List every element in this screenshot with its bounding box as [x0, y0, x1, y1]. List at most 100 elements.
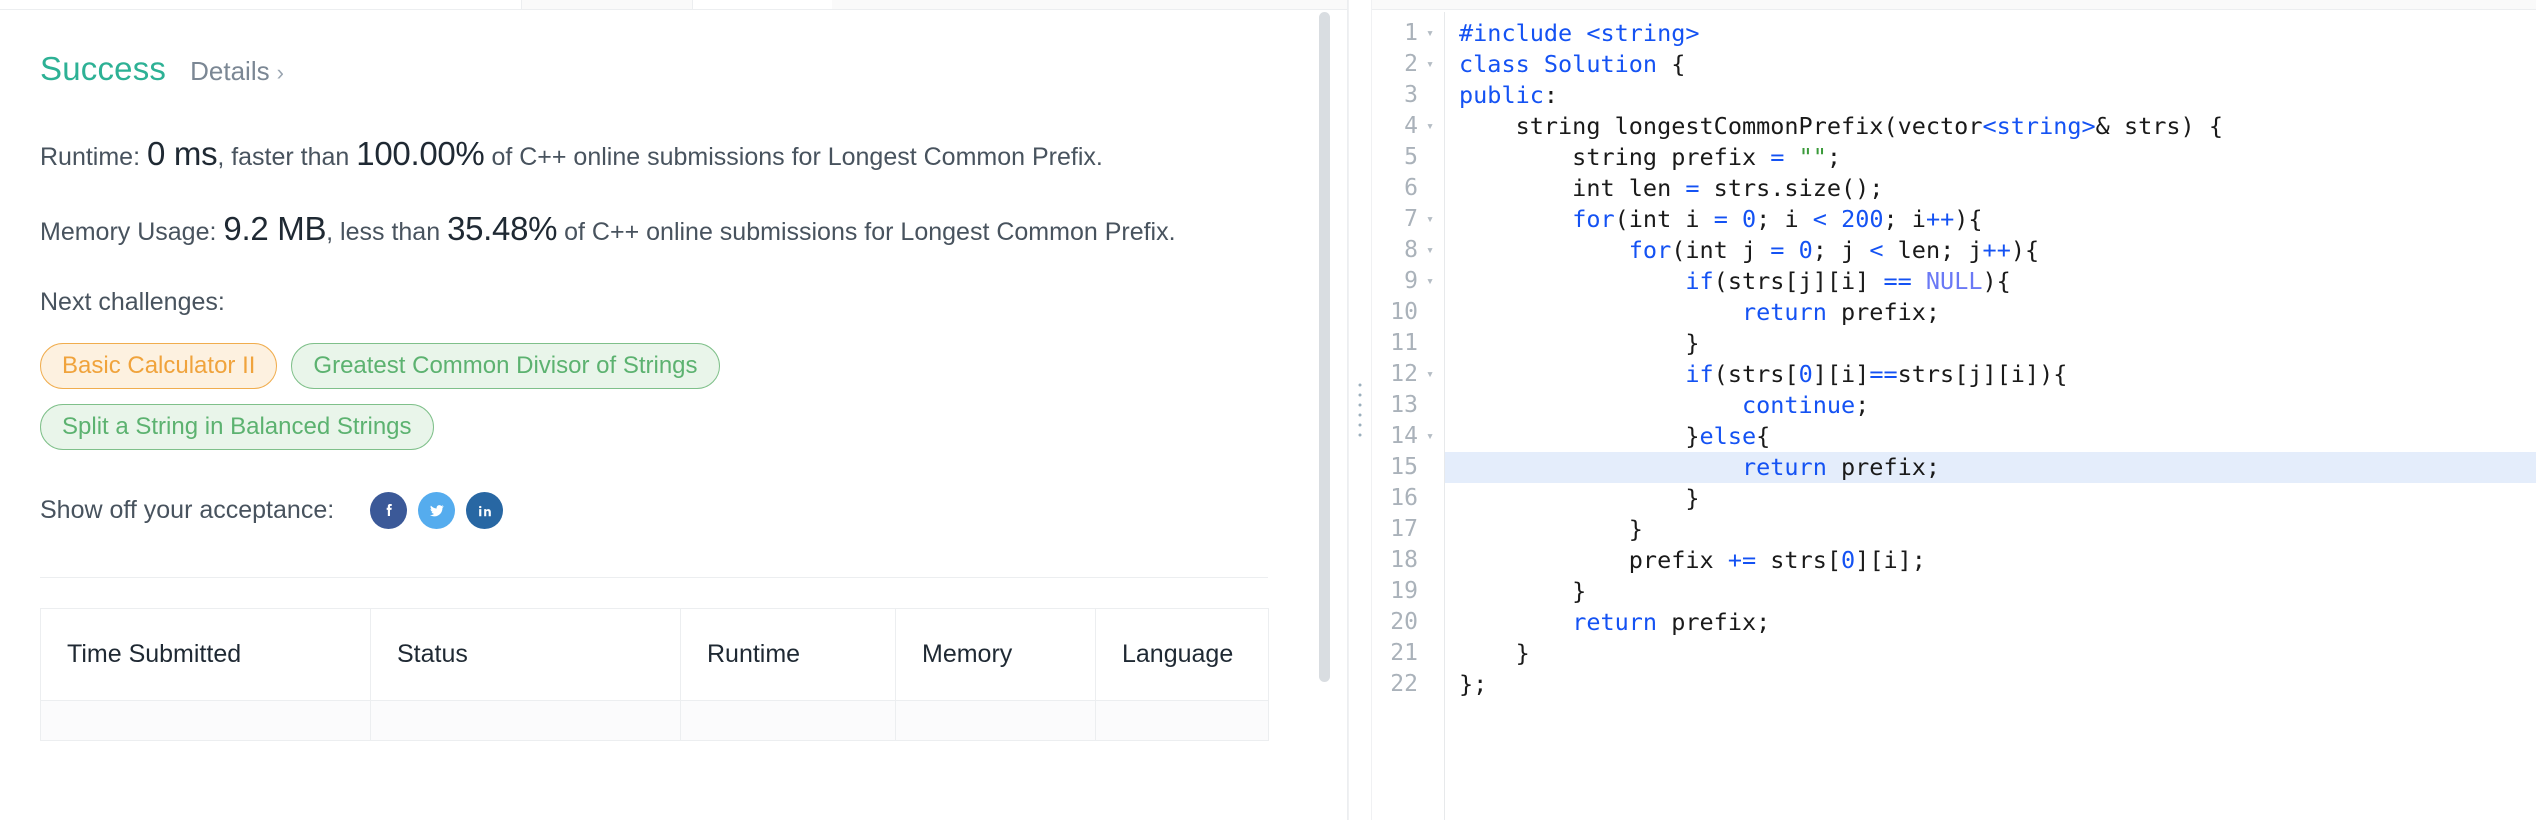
- line-number-value: 18: [1390, 547, 1418, 573]
- code-line[interactable]: continue;: [1445, 390, 2536, 421]
- code-token: len; j: [1883, 236, 1983, 264]
- column-header-memory[interactable]: Memory: [895, 608, 1096, 702]
- code-token: prefix;: [1657, 608, 1771, 636]
- code-line[interactable]: prefix += strs[0][i];: [1445, 545, 2536, 576]
- code-line[interactable]: return prefix;: [1445, 297, 2536, 328]
- details-link[interactable]: Details ›: [190, 56, 284, 87]
- code-line[interactable]: public:: [1445, 80, 2536, 111]
- twitter-icon[interactable]: [418, 492, 456, 530]
- result-content: Success Details › Runtime: 0 ms, faster t…: [0, 10, 1330, 820]
- fold-arrow-icon[interactable]: ▾: [1422, 49, 1438, 80]
- tabbar-secondary-tab-stub[interactable]: [692, 0, 832, 9]
- fold-arrow-icon[interactable]: ▾: [1422, 235, 1438, 266]
- challenge-pill[interactable]: Greatest Common Divisor of Strings: [291, 343, 720, 390]
- column-header-language[interactable]: Language: [1095, 608, 1269, 702]
- code-line[interactable]: };: [1445, 669, 2536, 700]
- facebook-icon[interactable]: [370, 492, 408, 530]
- code-token: ][i]: [1812, 360, 1870, 388]
- line-number-value: 11: [1390, 330, 1418, 356]
- section-divider: [40, 577, 1268, 579]
- code-line[interactable]: #include <string>: [1445, 18, 2536, 49]
- fold-arrow-icon[interactable]: ▾: [1422, 18, 1438, 49]
- challenge-pill[interactable]: Split a String in Balanced Strings: [40, 404, 434, 451]
- line-number-value: 7: [1404, 206, 1418, 232]
- code-line[interactable]: return prefix;: [1445, 607, 2536, 638]
- code-token: 200: [1841, 205, 1884, 233]
- code-token: }: [1459, 577, 1587, 605]
- code-line[interactable]: }: [1445, 328, 2536, 359]
- line-number: 21▾: [1372, 638, 1444, 669]
- code-token: prefix;: [1826, 453, 1941, 481]
- line-number-value: 3: [1404, 82, 1418, 108]
- runtime-percentile: 100.00%: [356, 135, 485, 172]
- code-token: continue: [1741, 391, 1856, 419]
- fold-arrow-icon[interactable]: ▾: [1422, 204, 1438, 235]
- code-token: class: [1459, 50, 1544, 78]
- code-line[interactable]: for (int j = 0; j < len; j ++){: [1445, 235, 2536, 266]
- panel-splitter[interactable]: [1348, 0, 1372, 820]
- result-panel-scrollbar[interactable]: [1318, 10, 1331, 820]
- line-number-value: 20: [1390, 609, 1418, 635]
- code-line[interactable]: int len = strs.size();: [1445, 173, 2536, 204]
- tabbar-active-tab-stub[interactable]: [0, 0, 522, 9]
- line-number: 11▾: [1372, 328, 1444, 359]
- code-line[interactable]: }: [1445, 576, 2536, 607]
- code-token: <: [1812, 205, 1827, 233]
- column-header-status[interactable]: Status: [370, 608, 681, 702]
- code-line[interactable]: }: [1445, 638, 2536, 669]
- challenge-pill[interactable]: Basic Calculator II: [40, 343, 278, 390]
- line-number-value: 9: [1404, 268, 1418, 294]
- code-text-area[interactable]: #include <string> class Solution {public:…: [1445, 12, 2536, 820]
- code-line[interactable]: return prefix;: [1445, 452, 2536, 483]
- code-token: (strs[: [1713, 360, 1799, 388]
- fold-arrow-icon[interactable]: ▾: [1422, 359, 1438, 390]
- code-line[interactable]: if (strs[0][i] == strs[j][i]){: [1445, 359, 2536, 390]
- fold-arrow-icon[interactable]: ▾: [1422, 111, 1438, 142]
- code-token: int len: [1459, 174, 1686, 202]
- table-cell: [895, 700, 1096, 742]
- details-link-label: Details: [190, 56, 270, 86]
- submission-result-page: Success Details › Runtime: 0 ms, faster t…: [0, 0, 2536, 820]
- line-number-value: 10: [1390, 299, 1418, 325]
- memory-mid: , less than: [326, 218, 441, 247]
- fold-arrow-icon[interactable]: ▾: [1422, 266, 1438, 297]
- code-line[interactable]: string prefix = "";: [1445, 142, 2536, 173]
- line-number-value: 1: [1404, 20, 1418, 46]
- line-number: 17▾: [1372, 514, 1444, 545]
- runtime-stat: Runtime: 0 ms, faster than 100.00% of C+…: [40, 128, 1290, 179]
- code-line[interactable]: }: [1445, 483, 2536, 514]
- code-line[interactable]: if (strs[j][i] == NULL){: [1445, 266, 2536, 297]
- table-row[interactable]: [40, 700, 1269, 742]
- fold-arrow-icon[interactable]: ▾: [1422, 421, 1438, 452]
- code-token: Solution: [1543, 50, 1658, 78]
- code-line[interactable]: }: [1445, 514, 2536, 545]
- code-token: if: [1685, 360, 1714, 388]
- line-number: 9 ▾: [1372, 266, 1444, 297]
- linkedin-icon[interactable]: [466, 492, 504, 530]
- code-token: public: [1459, 81, 1544, 109]
- code-token: =: [1685, 174, 1700, 202]
- status-row: Success Details ›: [40, 50, 1290, 88]
- column-header-runtime[interactable]: Runtime: [680, 608, 896, 702]
- code-token: & strs) {: [2095, 112, 2224, 140]
- code-token: ; i: [1883, 205, 1926, 233]
- code-token: prefix;: [1826, 298, 1941, 326]
- splitter-grip-icon[interactable]: [1358, 383, 1362, 437]
- code-editor-body[interactable]: 1▾2▾3▾4▾5▾6▾7▾8▾9▾10▾11▾12▾13▾14▾15▾16▾1…: [1372, 12, 2536, 820]
- line-number-value: 15: [1390, 454, 1418, 480]
- scrollbar-thumb[interactable]: [1319, 12, 1330, 682]
- line-number: 18▾: [1372, 545, 1444, 576]
- line-number: 16▾: [1372, 483, 1444, 514]
- code-line[interactable]: string longestCommonPrefix(vector <string…: [1445, 111, 2536, 142]
- line-number: 2 ▾: [1372, 49, 1444, 80]
- code-token: ++: [1982, 236, 2011, 264]
- column-header-time-submitted[interactable]: Time Submitted: [40, 608, 371, 702]
- code-token: return: [1741, 453, 1827, 481]
- code-line[interactable]: } else{: [1445, 421, 2536, 452]
- code-line[interactable]: for (int i = 0; i < 200; i ++){: [1445, 204, 2536, 235]
- code-line[interactable]: class Solution {: [1445, 49, 2536, 80]
- line-number: 22▾: [1372, 669, 1444, 700]
